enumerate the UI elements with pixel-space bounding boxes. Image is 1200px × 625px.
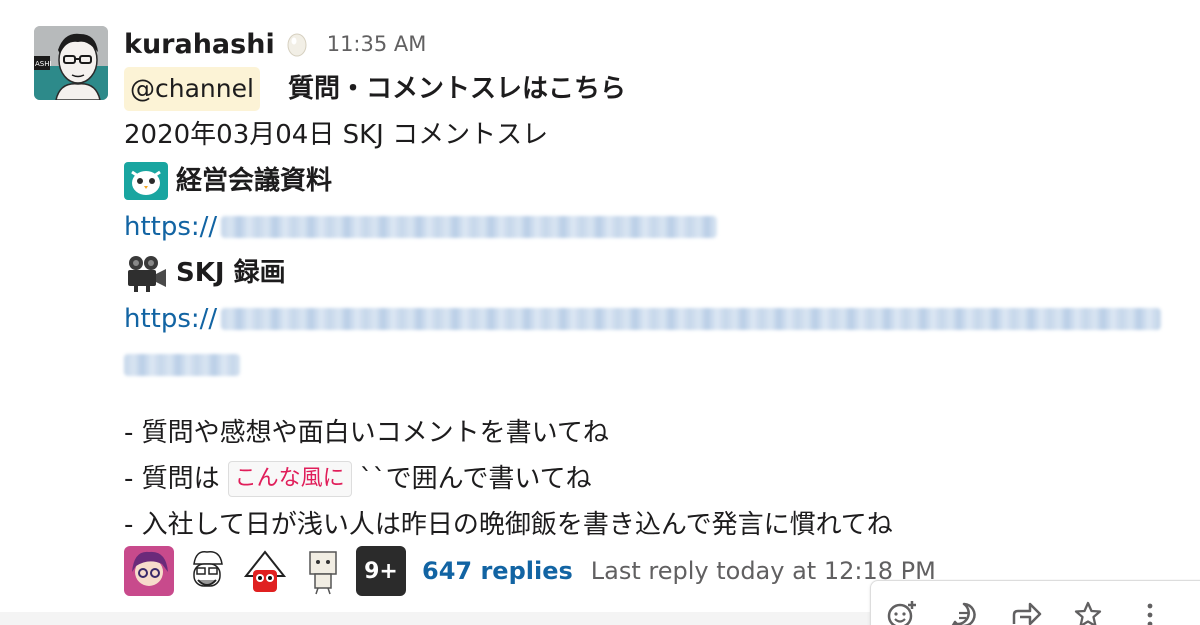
- redacted-url[interactable]: [221, 216, 718, 238]
- section1-heading: 経営会議資料: [124, 158, 1184, 204]
- section1-link-line: https://: [124, 204, 1184, 250]
- message-title: 質問・コメントスレはこちら: [287, 74, 626, 104]
- more-avatars-badge: 9+: [356, 546, 406, 596]
- message-header: kurahashi 11:35 AM: [124, 22, 1184, 66]
- username[interactable]: kurahashi: [124, 29, 275, 60]
- title-line: @channel 質問・コメントスレはこちら: [124, 66, 1184, 112]
- section2-link-line: https://: [124, 296, 1184, 342]
- movie-camera-icon: [128, 256, 166, 292]
- reply-avatar: [298, 546, 348, 596]
- timestamp[interactable]: 11:35 AM: [327, 32, 427, 56]
- more-actions-icon: [1147, 603, 1153, 625]
- star-icon: [1074, 601, 1102, 625]
- thread-summary[interactable]: 9+ 647 replies Last reply today at 12:18…: [124, 545, 936, 597]
- reply-avatar: [182, 546, 232, 596]
- section1-title: 経営会議資料: [176, 166, 333, 196]
- share-icon: [1012, 602, 1042, 625]
- reply-in-thread-button[interactable]: [933, 595, 995, 625]
- message-actions-toolbar: [870, 580, 1200, 625]
- bullet-2-suffix: ``で囲んで書いてね: [359, 464, 592, 494]
- reply-avatar: [124, 546, 174, 596]
- add-reaction-button[interactable]: [871, 595, 933, 625]
- section2-link-line-cont: [124, 342, 1184, 388]
- bullet-3: - 入社して日が浅い人は昨日の晩御飯を書き込んで発言に慣れてね: [124, 510, 893, 540]
- redacted-url-continued[interactable]: [124, 354, 240, 376]
- bullet-2-prefix: - 質問は: [124, 464, 220, 494]
- bullet-2: - 質問は こんな風に ``で囲んで書いてね: [124, 456, 1184, 502]
- avatar-badge-text: ASHI: [35, 60, 52, 68]
- message-divider: [0, 612, 870, 625]
- section2-heading: SKJ 録画: [124, 250, 1184, 296]
- share-message-button[interactable]: [995, 595, 1057, 625]
- reply-count-link[interactable]: 647 replies: [422, 557, 573, 585]
- save-message-button[interactable]: [1057, 595, 1119, 625]
- section2-title: SKJ 録画: [176, 258, 286, 288]
- date-line: 2020年03月04日 SKJ コメントスレ: [124, 120, 549, 150]
- reply-in-thread-icon: [951, 602, 976, 625]
- section2-link[interactable]: https://: [124, 297, 217, 341]
- egg-icon[interactable]: [287, 31, 307, 57]
- message-content: kurahashi 11:35 AM @channel 質問・コメントスレはこち…: [124, 22, 1184, 548]
- bullet-1: - 質問や感想や面白いコメントを書いてね: [124, 418, 609, 448]
- add-reaction-icon: [887, 601, 916, 625]
- message: ASHI kurahashi 11:35 AM @channel 質問・コメント…: [0, 0, 1200, 625]
- inline-code: こんな風に: [227, 461, 352, 497]
- more-actions-button[interactable]: [1119, 595, 1181, 625]
- owl-icon: [124, 162, 168, 200]
- avatar[interactable]: ASHI: [34, 26, 108, 100]
- reply-avatar: [240, 546, 290, 596]
- channel-mention[interactable]: @channel: [124, 67, 260, 111]
- redacted-url[interactable]: [221, 308, 1162, 330]
- section1-link[interactable]: https://: [124, 205, 217, 249]
